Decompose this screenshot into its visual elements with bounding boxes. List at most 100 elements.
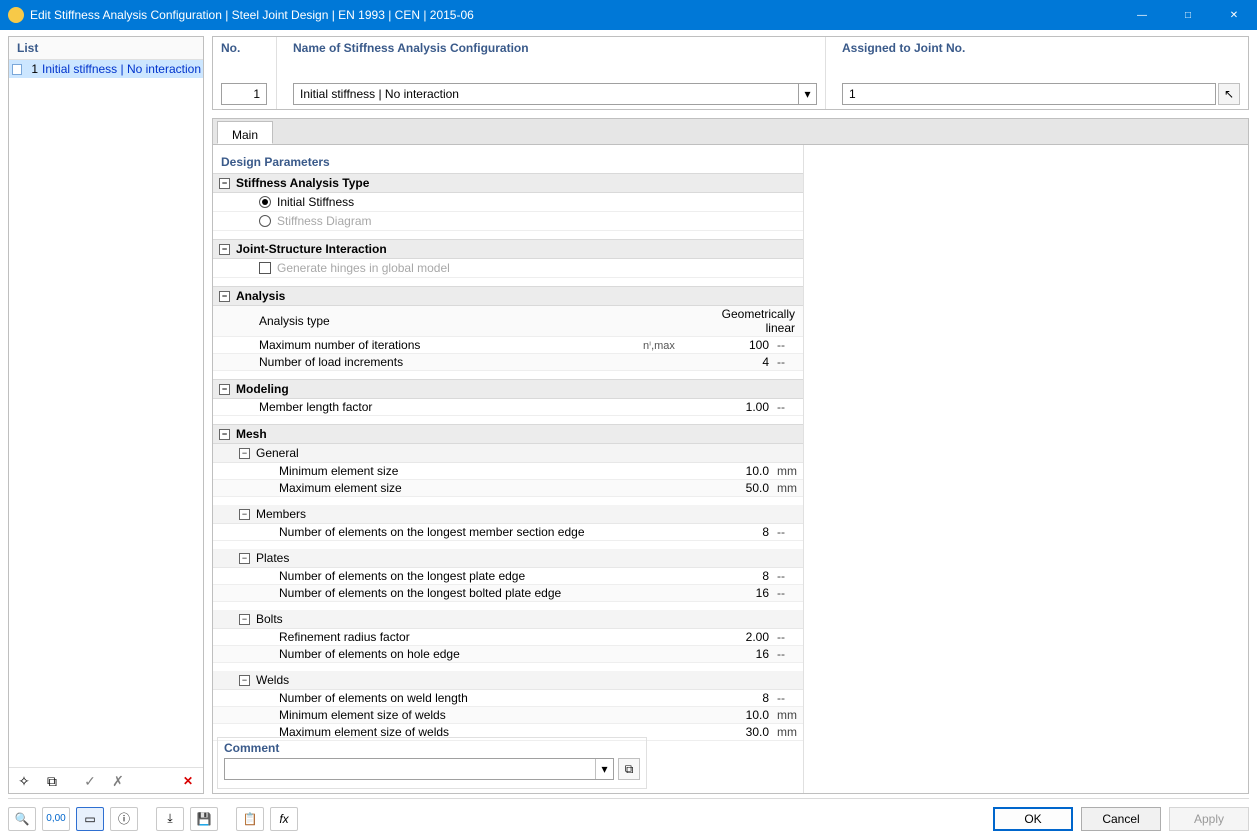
config-number-input[interactable] [221,83,267,105]
param-value: 1.00 [713,400,773,414]
param-unit: mm [773,725,803,739]
minimize-button[interactable]: — [1119,0,1165,30]
param-unit: -- [773,630,803,644]
param-max-iterations[interactable]: Maximum number of iterations nⁱ,max 100 … [213,337,803,354]
footer-tool-import[interactable]: ⤓ [156,807,184,831]
checkbox-generate-hinges[interactable]: Generate hinges in global model [213,259,803,278]
delete-icon: ✕ [183,774,193,788]
collapse-icon[interactable]: − [219,291,230,302]
group-analysis[interactable]: − Analysis [213,286,803,306]
subgroup-title: Members [256,507,306,521]
param-value: 100 [713,338,773,352]
param-label: Number of elements on the longest plate … [213,569,643,583]
cancel-button[interactable]: Cancel [1081,807,1161,831]
tab-main[interactable]: Main [217,121,273,144]
param-weld-min-element-size[interactable]: Minimum element size of welds 10.0 mm [213,707,803,724]
param-load-increments[interactable]: Number of load increments 4 -- [213,354,803,371]
group-title: Modeling [236,382,289,396]
collapse-icon[interactable]: − [239,509,250,520]
save-icon: 💾 [197,812,212,826]
pick-joint-button[interactable]: ↖ [1218,83,1240,105]
new-item-button[interactable]: ✧ [13,771,35,791]
param-unit: -- [773,569,803,583]
param-max-element-size[interactable]: Maximum element size 50.0 mm [213,480,803,497]
collapse-icon[interactable]: − [239,448,250,459]
param-label: Member length factor [213,400,643,414]
delete-item-button[interactable]: ✕ [177,771,199,791]
option-label: Stiffness Diagram [277,214,371,228]
param-weld-length-elements[interactable]: Number of elements on weld length 8 -- [213,690,803,707]
collapse-icon[interactable]: − [219,178,230,189]
list-header: List [9,37,203,60]
collapse-icon[interactable]: − [219,244,230,255]
help-icon: 🔍 [15,812,30,826]
apply-button[interactable]: Apply [1169,807,1249,831]
titlebar: Edit Stiffness Analysis Configuration | … [0,0,1257,30]
param-hole-edge-elements[interactable]: Number of elements on hole edge 16 -- [213,646,803,663]
config-name-dropdown-button[interactable]: ▾ [799,83,817,105]
close-icon: ✕ [1230,10,1238,21]
option-stiffness-diagram[interactable]: Stiffness Diagram [213,212,803,231]
footer-tool-info[interactable]: ⓘ [110,807,138,831]
subgroup-mesh-plates[interactable]: − Plates [213,549,803,568]
ok-button[interactable]: OK [993,807,1073,831]
config-header-panel: No. Name of Stiffness Analysis Configura… [212,36,1249,110]
collapse-icon[interactable]: − [239,614,250,625]
comment-dropdown-button[interactable]: ▾ [595,759,613,779]
subgroup-mesh-general[interactable]: − General [213,444,803,463]
collapse-icon[interactable]: − [219,384,230,395]
collapse-icon[interactable]: − [239,675,250,686]
close-button[interactable]: ✕ [1211,0,1257,30]
minimize-icon: — [1137,10,1147,21]
option-initial-stiffness[interactable]: Initial Stiffness [213,193,803,212]
footer-tool-units[interactable]: 0,00 [42,807,70,831]
config-name-input[interactable] [293,83,799,105]
option-label: Initial Stiffness [277,195,354,209]
param-label: Number of load increments [213,355,643,369]
param-analysis-type[interactable]: Analysis type Geometrically linear [213,306,803,337]
footer-tool-help[interactable]: 🔍 [8,807,36,831]
subgroup-mesh-welds[interactable]: − Welds [213,671,803,690]
exclude-button[interactable]: ✗ [107,771,129,791]
radio-icon [259,196,271,208]
group-modeling[interactable]: − Modeling [213,379,803,399]
assigned-joint-input[interactable] [842,83,1216,105]
param-min-element-size[interactable]: Minimum element size 10.0 mm [213,463,803,480]
view-icon: ▭ [84,812,95,826]
comment-edit-button[interactable]: ⧉ [618,758,640,780]
collapse-icon[interactable]: − [239,553,250,564]
param-refinement-radius[interactable]: Refinement radius factor 2.00 -- [213,629,803,646]
new-icon: ✧ [18,774,30,788]
footer-tool-copy[interactable]: 📋 [236,807,264,831]
group-title: Joint-Structure Interaction [236,242,387,256]
assigned-label: Assigned to Joint No. [842,41,1240,61]
footer-tool-fx[interactable]: fx [270,807,298,831]
duplicate-item-button[interactable]: ⧉ [41,771,63,791]
group-title: Analysis [236,289,285,303]
param-member-section-edge-elements[interactable]: Number of elements on the longest member… [213,524,803,541]
subgroup-mesh-members[interactable]: − Members [213,505,803,524]
window-controls: — □ ✕ [1119,0,1257,30]
param-value: Geometrically linear [713,307,803,335]
parameters-form: Design Parameters − Stiffness Analysis T… [213,145,803,793]
include-button[interactable]: ✓ [79,771,101,791]
comment-input[interactable] [225,759,595,779]
footer-tool-save[interactable]: 💾 [190,807,218,831]
maximize-button[interactable]: □ [1165,0,1211,30]
param-member-length-factor[interactable]: Member length factor 1.00 -- [213,399,803,416]
function-icon: fx [279,812,288,826]
group-mesh[interactable]: − Mesh [213,424,803,444]
param-plate-edge-elements[interactable]: Number of elements on the longest plate … [213,568,803,585]
collapse-icon[interactable]: − [219,429,230,440]
group-joint-interaction[interactable]: − Joint-Structure Interaction [213,239,803,259]
param-bolted-plate-edge-elements[interactable]: Number of elements on the longest bolted… [213,585,803,602]
list-item[interactable]: 1 Initial stiffness | No interaction [9,60,203,78]
subgroup-mesh-bolts[interactable]: − Bolts [213,610,803,629]
ok-label: OK [1024,812,1041,826]
footer-tool-view[interactable]: ▭ [76,807,104,831]
duplicate-icon: ⧉ [47,774,57,788]
param-label: Number of elements on the longest member… [213,525,643,539]
group-stiffness-type[interactable]: − Stiffness Analysis Type [213,173,803,193]
list-item-number: 1 [26,62,38,76]
param-label: Number of elements on hole edge [213,647,643,661]
